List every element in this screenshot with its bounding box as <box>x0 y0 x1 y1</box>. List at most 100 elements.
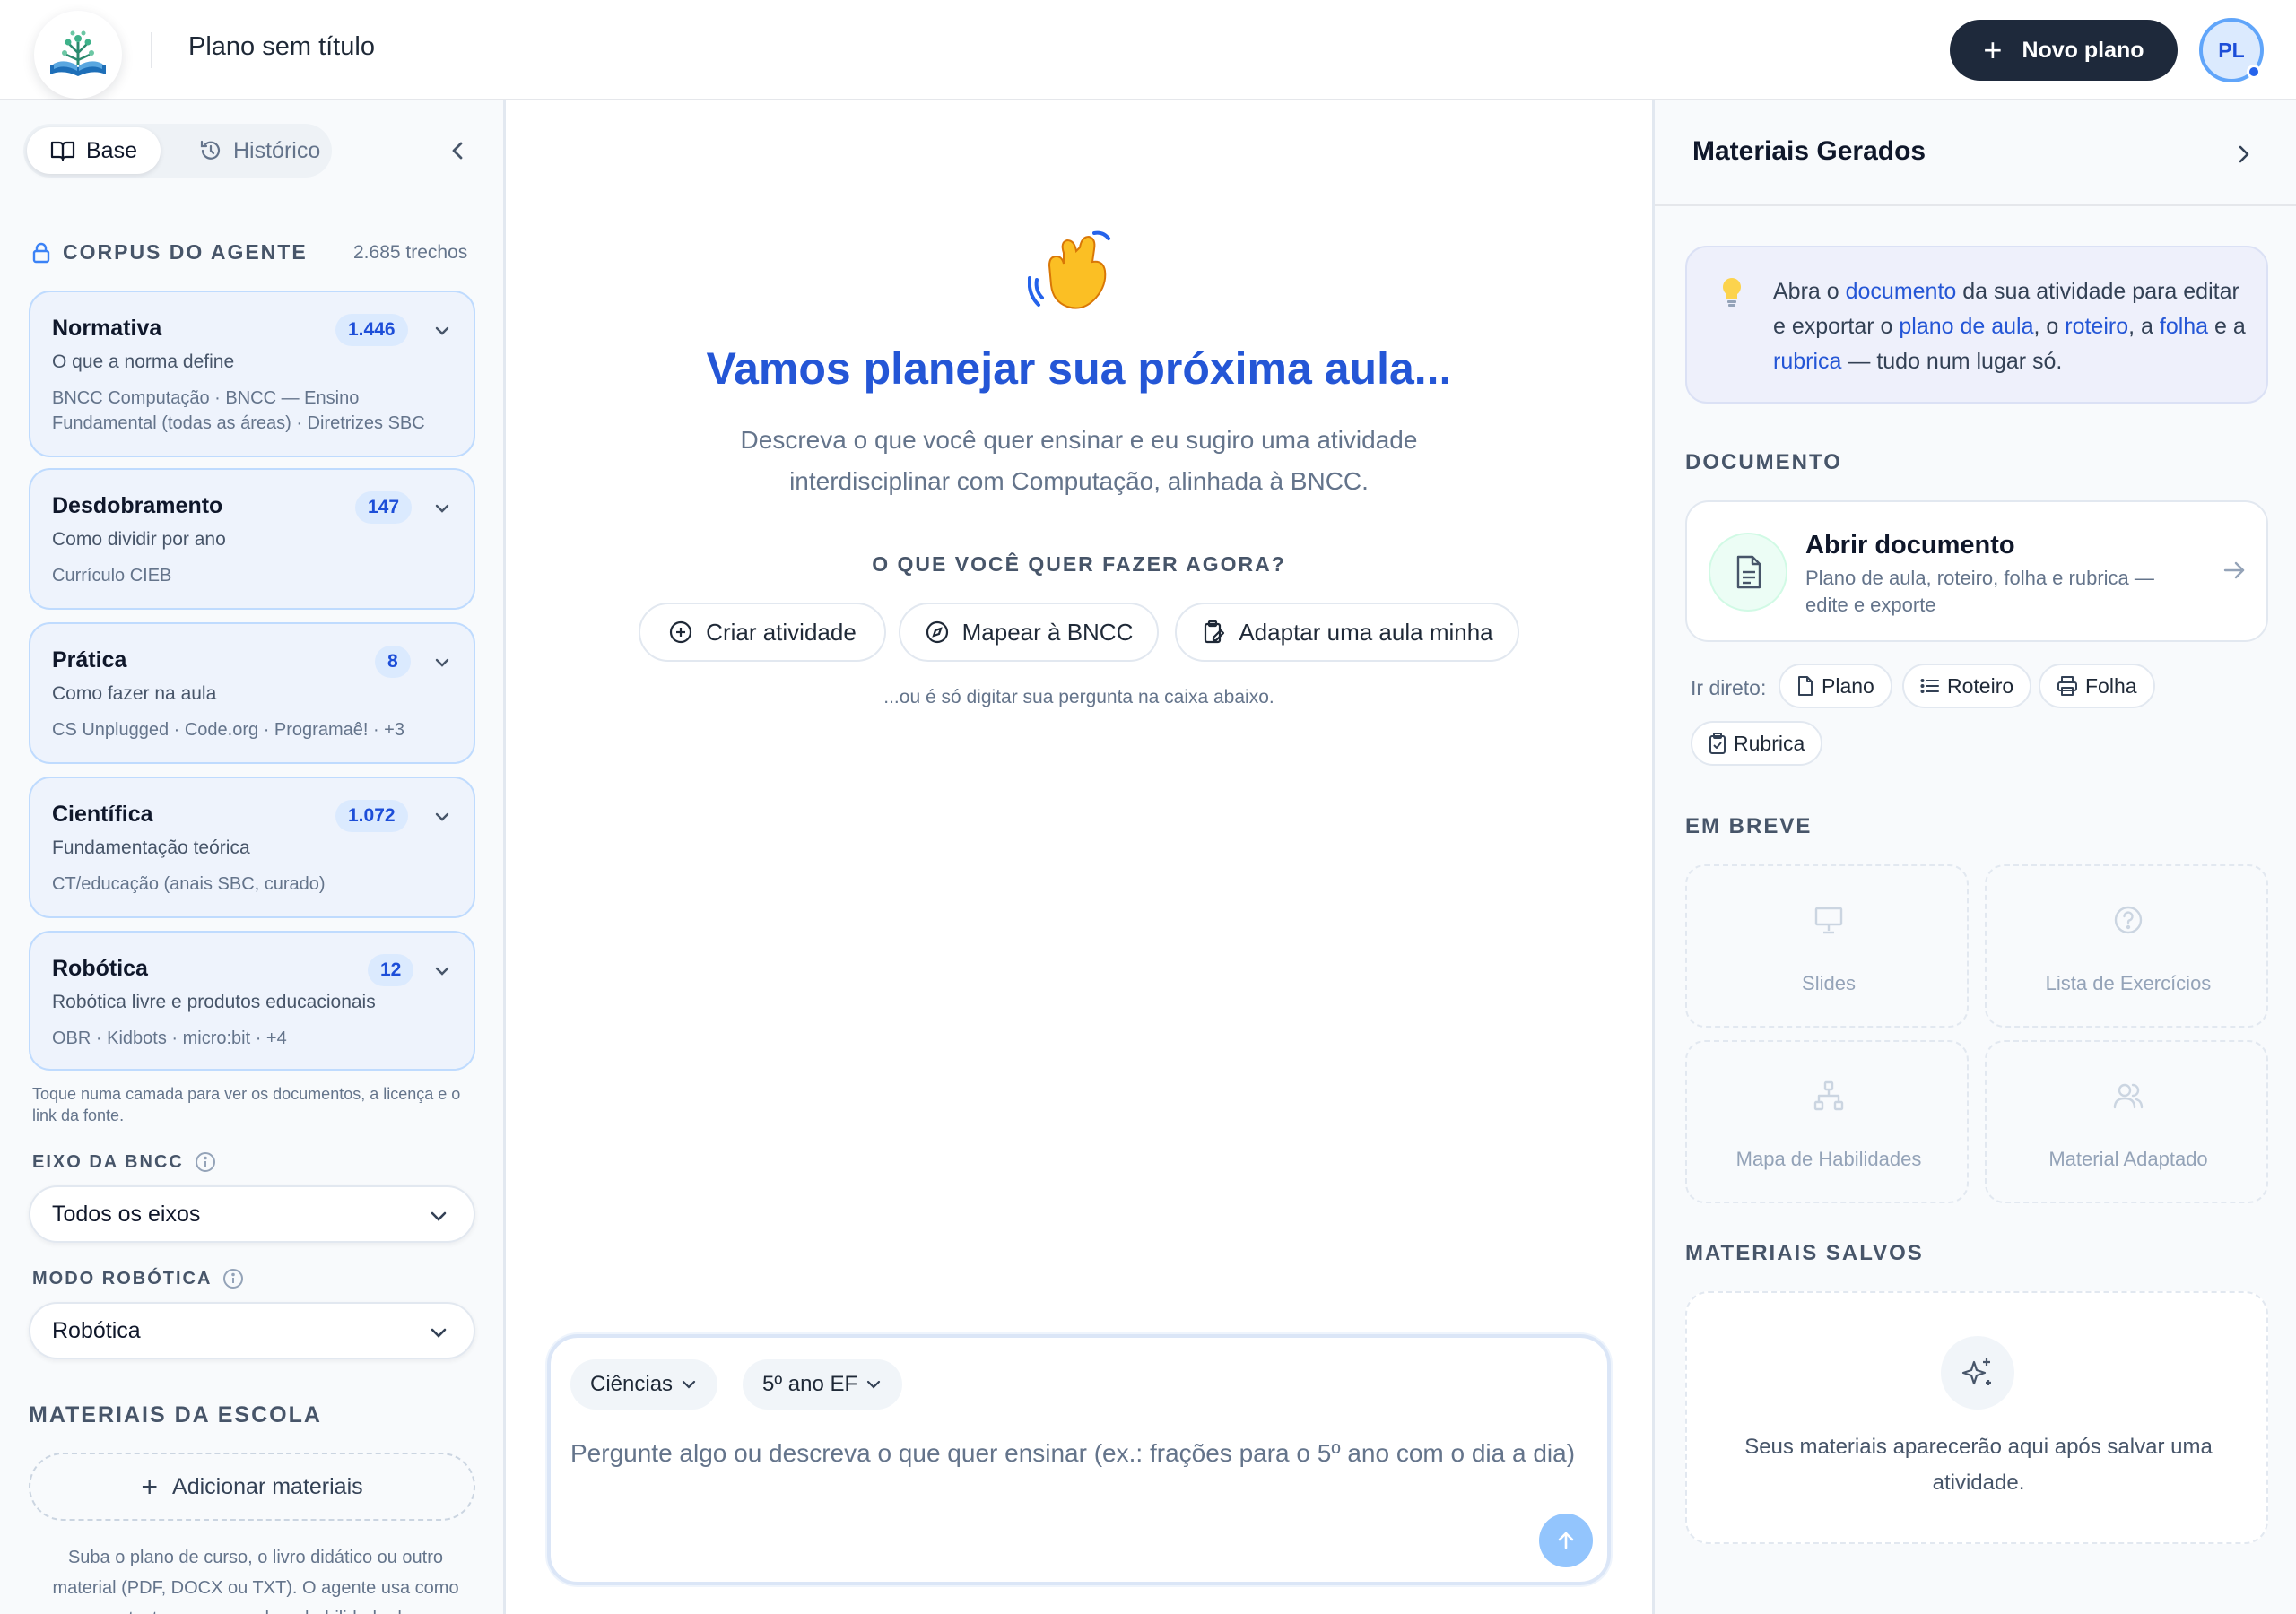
send-button[interactable] <box>1539 1514 1593 1567</box>
layer-subtitle: Como fazer na aula <box>52 683 217 704</box>
plan-title[interactable]: Plano sem título <box>188 32 375 62</box>
soon-exercises-label: Lista de Exercícios <box>2045 972 2212 994</box>
layer-count-badge: 8 <box>375 646 411 678</box>
layer-sources: CT/educação (anais SBC, curado) <box>52 874 326 894</box>
layer-subtitle: Robótica livre e produtos educacionais <box>52 992 376 1012</box>
network-icon <box>1813 1080 1844 1111</box>
create-activity-button[interactable]: Criar atividade <box>639 603 886 662</box>
tab-base-label: Base <box>86 137 137 163</box>
sidebar-tabs: Base Histórico <box>23 124 332 178</box>
tab-history-label: Histórico <box>233 137 321 163</box>
go-script-button[interactable]: Roteiro <box>1902 664 2032 708</box>
plus-icon: + <box>1983 31 2003 68</box>
soon-slides-label: Slides <box>1802 972 1856 994</box>
corpus-layer-robotica[interactable]: Robótica 12 Robótica livre e produtos ed… <box>29 931 475 1071</box>
lightbulb-icon <box>1723 278 1741 307</box>
message-input[interactable]: Pergunte algo ou descreva o que quer ens… <box>570 1436 1584 1496</box>
document-section-heading: DOCUMENTO <box>1685 450 1842 474</box>
type-question-hint: ...ou é só digitar sua pergunta na caixa… <box>883 687 1274 707</box>
layer-subtitle: Fundamentação teórica <box>52 837 250 858</box>
tip-link-document[interactable]: documento <box>1846 279 1957 304</box>
history-icon <box>200 140 221 160</box>
tip-link-rubric[interactable]: rubrica <box>1773 349 1841 374</box>
file-icon <box>1798 676 1813 696</box>
create-activity-label: Criar atividade <box>706 618 857 646</box>
go-rubric-button[interactable]: Rubrica <box>1691 721 1823 766</box>
plus-circle-icon <box>670 620 692 644</box>
layer-title: Desdobramento <box>52 493 223 518</box>
tab-history[interactable]: Histórico <box>176 127 344 174</box>
coming-soon-heading: EM BREVE <box>1685 814 1813 838</box>
map-bncc-button[interactable]: Mapear à BNCC <box>899 603 1159 662</box>
robotics-mode-label-text: MODO ROBÓTICA <box>32 1268 213 1289</box>
arrow-right-icon <box>2223 561 2245 579</box>
document-icon-wrap <box>1709 533 1787 612</box>
layer-sources: Currículo CIEB <box>52 566 172 586</box>
grade-value: 5º ano EF <box>762 1372 858 1396</box>
new-plan-button[interactable]: + Novo plano <box>1950 20 2178 81</box>
layer-count-badge: 1.446 <box>335 314 408 346</box>
info-icon[interactable] <box>222 1268 244 1289</box>
saved-materials-empty-text: Seus materiais aparecerão aqui após salv… <box>1744 1435 2213 1495</box>
chevron-down-icon <box>435 967 449 976</box>
layer-sources: BNCC Computação · BNCC — Ensino Fundamen… <box>52 388 425 433</box>
tip-text-part: — tudo num lugar só. <box>1841 349 2063 374</box>
corpus-layer-pratica[interactable]: Prática 8 Como fazer na aula CS Unplugge… <box>29 622 475 764</box>
robotics-mode-value: Robótica <box>52 1317 141 1343</box>
soon-adapted-material-card: Material Adaptado <box>1985 1040 2268 1203</box>
right-sidebar: Materiais Gerados Abra o documento da su… <box>1652 100 2296 1614</box>
plus-icon: + <box>141 1470 159 1503</box>
grade-selector[interactable]: 5º ano EF <box>743 1359 903 1410</box>
chevron-down-icon <box>682 1380 696 1389</box>
corpus-layer-cientifica[interactable]: Científica 1.072 Fundamentação teórica C… <box>29 777 475 918</box>
tip-text-part: Abra o <box>1773 279 1846 304</box>
robotics-mode-label: MODO ROBÓTICA <box>32 1268 244 1289</box>
go-plan-button[interactable]: Plano <box>1779 664 1892 708</box>
tip-text: Abra o documento da sua atividade para e… <box>1773 274 2248 379</box>
compass-icon <box>926 620 948 644</box>
subject-selector[interactable]: Ciências <box>570 1359 718 1410</box>
bncc-axis-label-text: EIXO DA BNCC <box>32 1151 184 1172</box>
clipboard-edit-icon <box>1205 620 1225 644</box>
panel-divider <box>1655 204 2296 206</box>
corpus-layer-desdobramento[interactable]: Desdobramento 147 Como dividir por ano C… <box>29 468 475 610</box>
tip-link-worksheet[interactable]: folha <box>2160 314 2208 339</box>
chevron-down-icon <box>867 1380 881 1389</box>
corpus-count: 2.685 trechos <box>353 242 468 263</box>
add-materials-button[interactable]: + Adicionar materiais <box>29 1453 475 1521</box>
layer-count-badge: 12 <box>368 954 414 986</box>
left-sidebar: Base Histórico CORPUS DO AGENTE 2.685 tr… <box>0 100 506 1614</box>
adapt-lesson-button[interactable]: Adaptar uma aula minha <box>1175 603 1519 662</box>
map-bncc-label: Mapear à BNCC <box>961 618 1134 646</box>
corpus-layer-normativa[interactable]: Normativa 1.446 O que a norma define BNC… <box>29 291 475 457</box>
go-worksheet-button[interactable]: Folha <box>2039 664 2155 708</box>
layer-title: Normativa <box>52 316 162 341</box>
header-divider <box>151 32 152 68</box>
bncc-axis-value: Todos os eixos <box>52 1201 201 1227</box>
tip-link-script[interactable]: roteiro <box>2065 314 2128 339</box>
bncc-axis-select[interactable]: Todos os eixos <box>29 1185 475 1243</box>
tab-base[interactable]: Base <box>27 127 161 174</box>
open-document-title: Abrir documento <box>1805 531 2015 560</box>
chevron-down-icon <box>435 504 449 513</box>
collapse-panel-chevron-icon[interactable] <box>2232 142 2256 167</box>
tip-link-lesson-plan[interactable]: plano de aula <box>1899 314 2033 339</box>
open-document-card[interactable]: Abrir documento Plano de aula, roteiro, … <box>1685 500 2268 642</box>
robotics-mode-select[interactable]: Robótica <box>29 1302 475 1359</box>
lock-icon <box>32 242 50 263</box>
new-plan-label: Novo plano <box>2022 37 2144 63</box>
online-status-dot <box>2247 65 2261 79</box>
soon-skills-map-label: Mapa de Habilidades <box>1735 1148 1922 1170</box>
soon-skills-map-card: Mapa de Habilidades <box>1685 1040 1969 1203</box>
collapse-sidebar-chevron-icon[interactable] <box>445 136 470 165</box>
book-tree-logo-icon <box>50 30 106 76</box>
bncc-axis-label: EIXO DA BNCC <box>32 1151 216 1173</box>
info-icon[interactable] <box>195 1151 216 1173</box>
layer-subtitle: Como dividir por ano <box>52 529 226 550</box>
layer-sources: CS Unplugged · Code.org · Programaê! · +… <box>52 720 404 740</box>
list-icon <box>1920 679 1939 693</box>
tip-text-part: e a <box>2208 314 2246 339</box>
app-logo[interactable] <box>34 11 122 99</box>
corpus-heading: CORPUS DO AGENTE <box>32 240 308 265</box>
help-circle-icon <box>2114 906 2143 934</box>
